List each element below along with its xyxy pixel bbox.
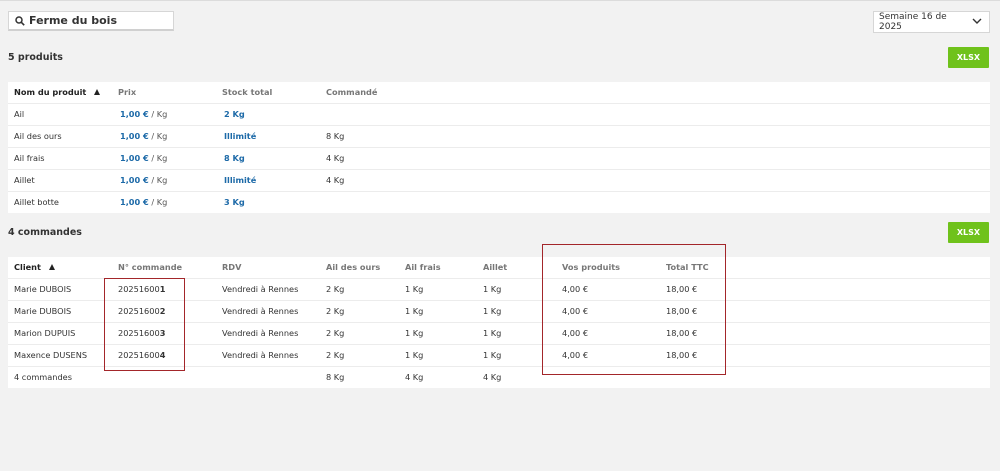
order-ail-frais: 1 Kg [405,306,424,316]
header-stock-total[interactable]: Stock total [222,82,272,103]
orders-count: 4 commandes [8,227,82,238]
order-rdv: Vendredi à Rennes [222,328,299,338]
header-prix[interactable]: Prix [118,82,136,103]
order-client: Marie DUBOIS [14,284,72,294]
sort-asc-icon [48,264,55,270]
product-ordered: 4 Kg [326,175,345,185]
week-select-label: Semaine 16 de 2025 [879,12,947,32]
header-aillet[interactable]: Aillet [483,257,507,278]
product-price: 1,00 € / Kg [120,109,168,119]
table-row: Aillet botte 1,00 € / Kg 3 Kg [8,192,990,213]
order-ail-frais: 1 Kg [405,284,424,294]
order-client: Marie DUBOIS [14,306,72,316]
table-row: Ail 1,00 € / Kg 2 Kg [8,104,990,126]
table-row: Ail des ours 1,00 € / Kg Illimité 8 Kg [8,126,990,148]
sort-asc-icon [94,89,101,95]
product-ordered: 4 Kg [326,153,345,163]
total-ail-des-ours: 8 Kg [326,372,345,382]
order-rdv: Vendredi à Rennes [222,350,299,360]
total-aillet: 4 Kg [483,372,502,382]
product-name: Aillet botte [14,197,59,207]
search-value: Ferme du bois [29,14,117,27]
order-ail-des-ours: 2 Kg [326,328,345,338]
header-commande[interactable]: Commandé [326,82,377,103]
order-rdv: Vendredi à Rennes [222,306,299,316]
order-client: Marion DUPUIS [14,328,76,338]
product-stock: Illimité [224,131,257,141]
header-rdv[interactable]: RDV [222,257,241,278]
products-table: Nom du produit Prix Stock total Commandé… [8,82,990,213]
product-stock: 8 Kg [224,153,245,163]
week-select[interactable]: Semaine 16 de 2025 [873,11,990,33]
vos-produits-total-highlight [542,244,726,375]
table-row: Ail frais 1,00 € / Kg 8 Kg 4 Kg [8,148,990,170]
order-aillet: 1 Kg [483,328,502,338]
order-ail-des-ours: 2 Kg [326,284,345,294]
order-ail-frais: 1 Kg [405,328,424,338]
orders-xlsx-button[interactable]: XLSX [948,222,989,243]
products-count: 5 produits [8,52,63,63]
products-header-row: Nom du produit Prix Stock total Commandé [8,82,990,104]
total-ail-frais: 4 Kg [405,372,424,382]
order-number-highlight [104,278,185,371]
search-icon [15,15,25,26]
product-ordered: 8 Kg [326,131,345,141]
product-price: 1,00 € / Kg [120,175,168,185]
orders-header-row: Client N° commande RDV Ail des ours Ail … [8,257,990,279]
product-stock: 3 Kg [224,197,245,207]
product-name: Ail des ours [14,131,62,141]
order-ail-des-ours: 2 Kg [326,306,345,316]
table-row: Aillet 1,00 € / Kg Illimité 4 Kg [8,170,990,192]
order-rdv: Vendredi à Rennes [222,284,299,294]
product-price: 1,00 € / Kg [120,153,168,163]
product-stock: Illimité [224,175,257,185]
order-ail-frais: 1 Kg [405,350,424,360]
product-stock: 2 Kg [224,109,245,119]
product-name: Ail [14,109,25,119]
order-aillet: 1 Kg [483,284,502,294]
header-client[interactable]: Client [14,257,55,278]
top-border [0,0,1000,1]
header-num-commande[interactable]: N° commande [118,257,182,278]
order-aillet: 1 Kg [483,306,502,316]
header-ail-frais[interactable]: Ail frais [405,257,441,278]
products-xlsx-button[interactable]: XLSX [948,47,989,68]
product-name: Aillet [14,175,35,185]
header-ail-des-ours[interactable]: Ail des ours [326,257,380,278]
order-client: Maxence DUSENS [14,350,88,360]
chevron-down-icon [972,17,982,27]
order-ail-des-ours: 2 Kg [326,350,345,360]
product-name: Ail frais [14,153,45,163]
order-aillet: 1 Kg [483,350,502,360]
product-price: 1,00 € / Kg [120,197,168,207]
header-nom-produit[interactable]: Nom du produit [14,82,101,103]
totals-label: 4 commandes [14,372,72,382]
product-price: 1,00 € / Kg [120,131,168,141]
search-input[interactable]: Ferme du bois [8,11,174,31]
